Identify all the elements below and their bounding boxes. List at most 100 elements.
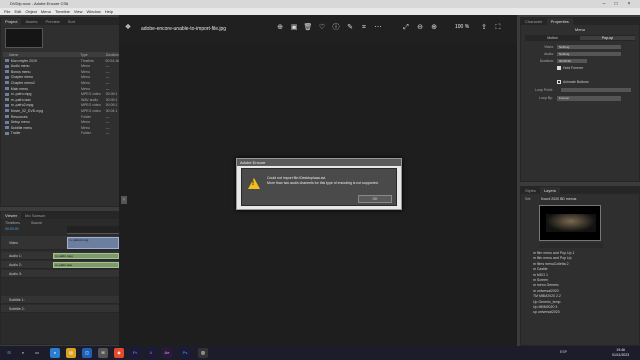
audio-clip[interactable]: m..pafro.mpg [53,253,119,259]
heart-icon[interactable]: ♡ [317,23,327,33]
timecode[interactable]: 00:00:00 [5,227,19,231]
project-row[interactable]: Chapter menu Menu — [3,75,119,80]
image-icon[interactable]: ▣ [289,23,299,33]
file-explorer-icon[interactable]: ▤ [66,348,76,358]
project-row[interactable]: Bonus menu Menu — [3,69,119,74]
project-row[interactable]: Audio menu Menu — [3,64,119,69]
video-clip[interactable]: m..pafro2.mpg [67,237,119,249]
task-view-icon[interactable]: ▭ [32,348,42,358]
project-row[interactable]: Subtitle menu Menu — [3,125,119,130]
column-type[interactable]: Type [80,53,106,57]
menu-edit[interactable]: Edit [14,9,21,14]
menu-view[interactable]: View [74,9,83,14]
zoom-in-icon[interactable]: ⊕ [429,23,439,33]
language-indicator[interactable]: ESP [560,350,567,354]
checkbox-icon[interactable] [557,66,561,70]
windows-start-icon[interactable]: ⊞ [4,348,14,358]
project-row[interactable]: Main menu Menu — [3,86,119,91]
tab-character[interactable]: Character [521,18,547,25]
photoshop-icon[interactable]: Ps [180,348,190,358]
tab-preview[interactable]: Preview [41,18,63,25]
menu-file[interactable]: File [4,9,10,14]
library-item[interactable]: up universal2020 [533,310,633,315]
prop-value[interactable]: Nothing [557,45,621,49]
tab-popup[interactable]: Pop-up [580,36,635,40]
photos-icon[interactable]: ▨ [198,348,208,358]
track-subtitle2[interactable]: Subtitle 2: [1,305,121,313]
library-item[interactable]: m film menu and Pop Up 1 [533,251,633,256]
column-duration[interactable]: Duration [106,53,119,57]
tab-project[interactable]: Project [1,18,22,25]
project-row[interactable]: Resources Folder — [3,114,119,119]
ok-button[interactable]: OK [358,195,392,203]
crop-icon[interactable]: ⌗ [359,23,369,33]
tab-sort[interactable]: Sort [64,18,79,25]
tab-properties[interactable]: Properties [546,18,573,25]
project-row[interactable]: m..pafro2.mpg MPEG video 00:09:1 [3,103,119,108]
audio-clip[interactable]: m..pafro.wav [53,262,119,268]
chrome-icon[interactable]: ◉ [114,348,124,358]
library-item[interactable]: m Castile [533,267,633,272]
project-row[interactable]: Chapter menu2 Menu — [3,80,119,85]
animate-buttons-checkbox[interactable]: Animate Buttons [557,80,589,84]
library-item[interactable]: m films menuColletta 2 [533,262,633,267]
library-item[interactable]: m film menu and Pop Up [533,256,633,261]
close-icon[interactable]: × [625,0,633,8]
minimize-icon[interactable]: – [600,0,608,8]
library-item[interactable]: TM MBM2020 2.2 [533,294,633,299]
tab-motion[interactable]: Motion [525,36,580,40]
prop-value[interactable]: 00:00:30 [557,59,587,63]
menu-menu[interactable]: Menu [41,9,51,14]
clock[interactable]: 19:46 01/11/2023 [612,348,629,358]
project-row[interactable]: Movie_02_DVD.mpg MPEG video 00:04:1 [3,108,119,113]
acrobat-icon[interactable]: A [146,348,156,358]
delete-icon[interactable]: 🗑 [303,23,313,33]
tab-mo-sanson[interactable]: Mo Sanson [21,212,49,219]
maximize-icon[interactable]: □ [612,0,620,8]
prop-value[interactable]: Nothing [557,52,621,56]
library-item[interactable]: Up Generic_temp [533,300,633,305]
menu-timeline[interactable]: Timeline [55,9,70,14]
project-row[interactable]: Setup menu Menu — [3,120,119,125]
edge-icon[interactable]: e [50,348,60,358]
share-icon[interactable]: ⇪ [479,23,489,33]
track-subtitle1[interactable]: Subtitle 1: [1,296,121,304]
zoom-icon[interactable]: ⊕ [275,23,285,33]
after-effects-icon[interactable]: Ae [162,348,172,358]
tab-layers[interactable]: Layers [539,187,560,194]
previous-arrow-icon[interactable]: ‹ [121,196,127,204]
store-icon[interactable]: ◫ [82,348,92,358]
library-item[interactable]: Up MBM2020 3 [533,305,633,310]
tab-styles[interactable]: Styles [521,187,540,194]
mail-icon[interactable]: ✉ [98,348,108,358]
project-row[interactable]: m..pafro.mpg MPEG video 00:09:1 [3,92,119,97]
zoom-out-icon[interactable]: ⊖ [415,23,425,33]
expand-icon[interactable]: ⤢ [401,23,411,33]
project-row[interactable]: Mon mtyfm 2019 Timeline 00:04:16 [3,58,119,63]
checkbox-icon[interactable] [557,80,561,84]
time-ruler[interactable] [67,226,119,234]
menu-help[interactable]: Help [105,9,113,14]
menu-window[interactable]: Window [87,9,101,14]
library-item[interactable]: m menu Generic [533,283,633,288]
menu-object[interactable]: Object [25,9,37,14]
column-name[interactable]: Name [3,53,80,57]
tab-assets[interactable]: Assets [21,18,41,25]
fullscreen-icon[interactable]: ⛶ [493,23,503,33]
loop-by-select[interactable]: Forever [557,96,621,101]
edit-icon[interactable]: ✎ [345,23,355,33]
library-item[interactable]: m Screen [533,278,633,283]
track-audio3[interactable]: Audio 3: [1,270,121,278]
info-icon[interactable]: ⓘ [331,23,341,33]
premiere-icon[interactable]: Pr [130,348,140,358]
tab-viewer[interactable]: Viewer [1,212,22,219]
more-icon[interactable]: ⋯ [373,23,383,33]
hold-forever-checkbox[interactable]: Hold Forever [557,66,583,70]
loop-point-field[interactable] [561,88,631,92]
project-row[interactable]: Trailer Folder — [3,131,119,136]
library-set-select[interactable]: Kourd 2020 BD menus [541,197,576,201]
project-row[interactable]: m..pafro.wav WAV audio 00:09:1 [3,97,119,102]
search-icon[interactable]: ⌕ [18,348,28,358]
library-item[interactable]: m MDO 1 [533,273,633,278]
library-item[interactable]: m universal2020 [533,289,633,294]
